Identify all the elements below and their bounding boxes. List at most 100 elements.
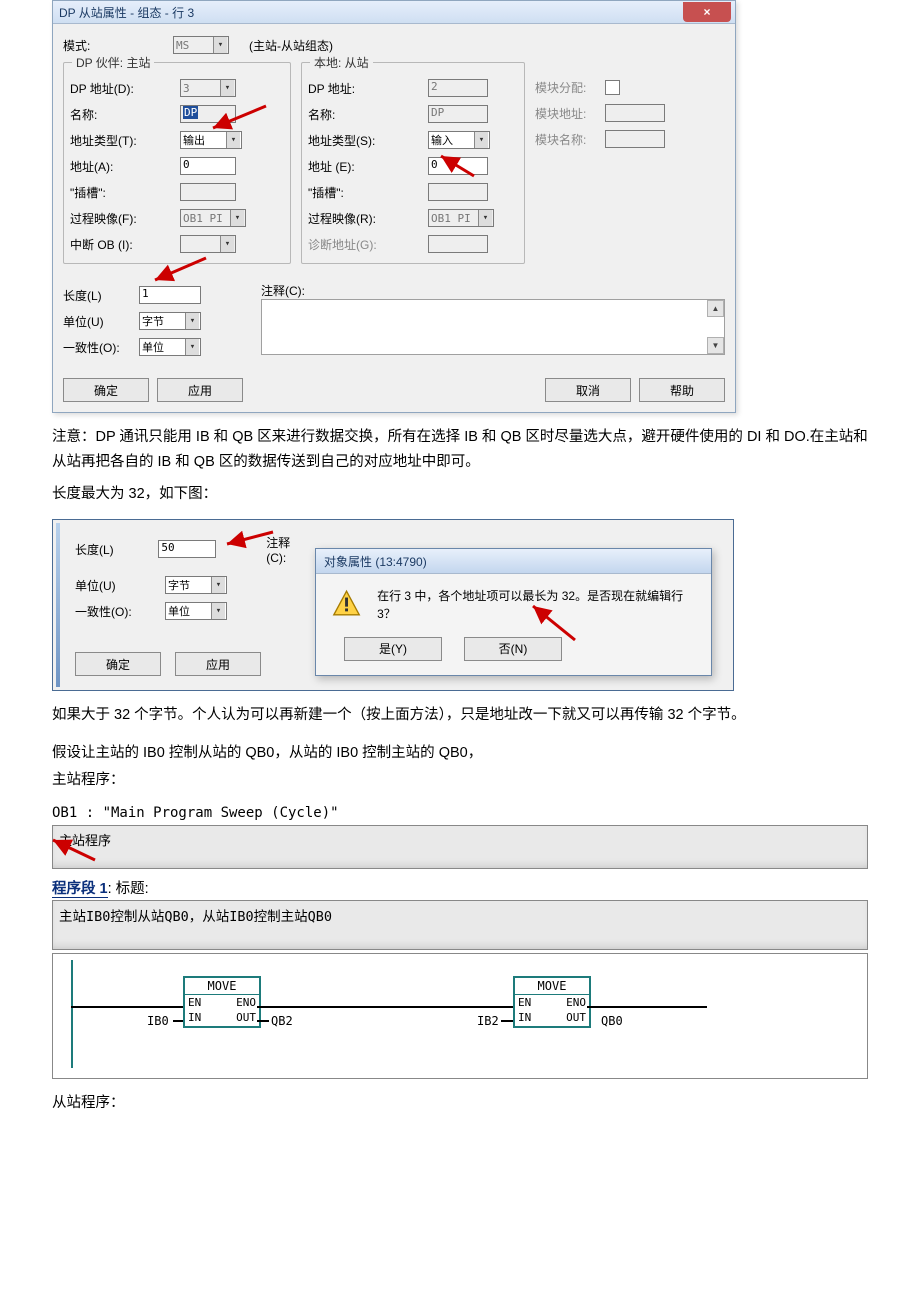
- master-group: DP 伙伴: 主站 DP 地址(D): 3 名称: DP 地址类型(T): 输出…: [63, 62, 291, 264]
- master-legend: DP 伙伴: 主站: [72, 54, 154, 71]
- module-alloc-label: 模块分配:: [535, 79, 605, 96]
- ok-button-2[interactable]: 确定: [75, 652, 161, 676]
- cancel-button[interactable]: 取消: [545, 378, 631, 402]
- move1-out-label: QB2: [271, 1014, 293, 1028]
- slave-dp-addr-field: 2: [428, 79, 488, 97]
- segment-link[interactable]: 程序段 1: [52, 881, 108, 898]
- warning-triangle-icon: [332, 588, 361, 618]
- master-dp-addr-select[interactable]: 3: [180, 79, 236, 97]
- master-addr-type-select[interactable]: 输出: [180, 131, 242, 149]
- master-slot-field: [180, 183, 236, 201]
- segment-comment-text: 主站IB0控制从站QB0，从站IB0控制主站QB0: [59, 909, 332, 925]
- slave-proc-image-select[interactable]: OB1 PI: [428, 209, 494, 227]
- red-arrow-icon: [527, 602, 587, 642]
- mode-label: 模式:: [63, 37, 173, 54]
- dp-slave-properties-dialog: DP 从站属性 - 组态 - 行 3 × 模式: MS (主站-从站组态) DP…: [52, 0, 736, 413]
- slave-name-label: 名称:: [308, 106, 428, 123]
- unit-label: 单位(U): [63, 313, 139, 330]
- note-paragraph-1: 注意：DP 通讯只能用 IB 和 QB 区来进行数据交换，所有在选择 IB 和 …: [52, 425, 868, 476]
- comment-label: 注释(C):: [261, 282, 725, 299]
- red-arrow-icon: [151, 258, 211, 282]
- slave-addr-type-label: 地址类型(S):: [308, 132, 428, 149]
- close-button[interactable]: ×: [683, 2, 731, 22]
- note-paragraph-4: 假设让主站的 IB0 控制从站的 QB0，从站的 IB0 控制主站的 QB0，: [52, 741, 868, 766]
- slave-diag-addr-field: [428, 235, 488, 253]
- slave-dp-addr-label: DP 地址:: [308, 80, 428, 97]
- red-arrow-icon: [49, 838, 99, 864]
- msgbox-title: 对象属性 (13:4790): [316, 549, 711, 574]
- move2-in-label: IB2: [477, 1014, 499, 1028]
- master-name-label: 名称:: [70, 106, 180, 123]
- module-name-field: [605, 130, 665, 148]
- mode-hint: (主站-从站组态): [249, 37, 333, 54]
- dialog-title: DP 从站属性 - 组态 - 行 3: [59, 4, 194, 21]
- master-dp-addr-label: DP 地址(D):: [70, 80, 180, 97]
- rung-wire: [587, 1006, 707, 1008]
- length-label-2: 长度(L): [75, 541, 158, 558]
- length-field-2[interactable]: 50: [158, 540, 216, 558]
- move-block-1: MOVE EN ENO IN OUT: [183, 976, 261, 1028]
- slave-slot-field: [428, 183, 488, 201]
- master-slot-label: "插槽":: [70, 184, 180, 201]
- apply-button[interactable]: 应用: [157, 378, 243, 402]
- module-name-label: 模块名称:: [535, 131, 605, 148]
- consistency-label-2: 一致性(O):: [75, 603, 165, 620]
- mode-select[interactable]: MS: [173, 36, 229, 54]
- module-alloc-checkbox[interactable]: [605, 80, 620, 95]
- move-block-2: MOVE EN ENO IN OUT: [513, 976, 591, 1028]
- consistency-select[interactable]: 单位: [139, 338, 201, 356]
- master-proc-image-select[interactable]: OB1 PI: [180, 209, 246, 227]
- note-paragraph-2: 长度最大为 32，如下图：: [52, 482, 868, 507]
- note-paragraph-6: 从站程序：: [52, 1091, 868, 1116]
- consistency-label: 一致性(O):: [63, 339, 139, 356]
- yes-button[interactable]: 是(Y): [344, 637, 442, 661]
- warning-message-box: 对象属性 (13:4790) 在行 3 中，各个地址项可以最长为 32。是否现在…: [315, 548, 712, 676]
- master-proc-image-label: 过程映像(F):: [70, 210, 180, 227]
- ob1-header: OB1 : "Main Program Sweep (Cycle)": [52, 805, 868, 821]
- program-title-box: 主站程序: [52, 825, 868, 869]
- help-button[interactable]: 帮助: [639, 378, 725, 402]
- module-info: 模块分配: 模块地址: 模块名称:: [535, 58, 725, 264]
- ladder-diagram: MOVE EN ENO IN OUT IB0 QB2 MOVE EN ENO I…: [52, 953, 868, 1079]
- dialog-title-bar: DP 从站属性 - 组态 - 行 3 ×: [53, 1, 735, 24]
- scroll-up-icon[interactable]: ▲: [707, 300, 724, 317]
- slave-legend: 本地: 从站: [310, 54, 373, 71]
- master-addr-type-label: 地址类型(T):: [70, 132, 180, 149]
- scroll-down-icon[interactable]: ▼: [707, 337, 724, 354]
- apply-button-2[interactable]: 应用: [175, 652, 261, 676]
- unit-label-2: 单位(U): [75, 577, 165, 594]
- red-arrow-icon: [211, 106, 271, 130]
- master-interrupt-label: 中断 OB (I):: [70, 236, 180, 253]
- length-label: 长度(L): [63, 287, 139, 304]
- master-addr-a-label: 地址(A):: [70, 158, 180, 175]
- note-paragraph-3: 如果大于 32 个字节。个人认为可以再新建一个（按上面方法），只是地址改一下就又…: [52, 703, 868, 728]
- unit-select-2[interactable]: 字节: [165, 576, 227, 594]
- module-addr-label: 模块地址:: [535, 105, 605, 122]
- ok-button[interactable]: 确定: [63, 378, 149, 402]
- length-field[interactable]: 1: [139, 286, 201, 304]
- slave-proc-image-label: 过程映像(R):: [308, 210, 428, 227]
- consistency-select-2[interactable]: 单位: [165, 602, 227, 620]
- slave-name-field: DP: [428, 105, 488, 123]
- slave-addr-type-select[interactable]: 输入: [428, 131, 490, 149]
- segment-1-title: 程序段 1: 标题:: [52, 877, 868, 898]
- length-unit-group: 长度(L) 1 单位(U) 字节 一致性(O): 单位: [63, 282, 243, 360]
- red-arrow-icon: [223, 530, 275, 554]
- module-addr-field: [605, 104, 665, 122]
- comment-textarea[interactable]: ▲ ▼: [261, 299, 725, 355]
- length-50-dialog: 长度(L) 50 注释(C): 单位(U) 字节 一致性(O): 单位 确定 应…: [52, 519, 734, 691]
- move2-out-label: QB0: [601, 1014, 623, 1028]
- rung-wire: [257, 1006, 513, 1008]
- slave-slot-label: "插槽":: [308, 184, 428, 201]
- slave-addr-e-label: 地址 (E):: [308, 158, 428, 175]
- move1-in-label: IB0: [147, 1014, 169, 1028]
- master-interrupt-select[interactable]: [180, 235, 236, 253]
- red-arrow-icon: [439, 154, 479, 178]
- unit-select[interactable]: 字节: [139, 312, 201, 330]
- segment-comment-box: 主站IB0控制从站QB0，从站IB0控制主站QB0: [52, 900, 868, 950]
- slave-diag-addr-label: 诊断地址(G):: [308, 236, 428, 253]
- power-rail: [71, 960, 73, 1068]
- note-paragraph-5: 主站程序：: [52, 768, 868, 793]
- master-addr-a-field[interactable]: 0: [180, 157, 236, 175]
- slave-group: 本地: 从站 DP 地址: 2 名称: DP 地址类型(S): 输入 地址 (E…: [301, 62, 525, 264]
